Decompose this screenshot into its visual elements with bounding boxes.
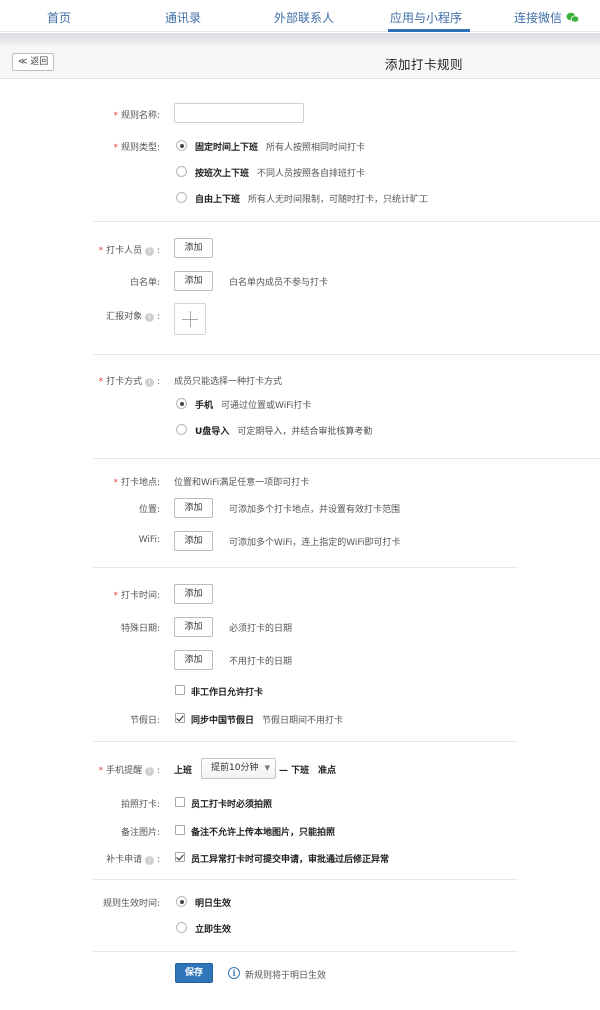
reminder-off-value: 准点 (318, 766, 337, 776)
no-need-date-hint: 不用打卡的日期 (229, 657, 293, 667)
divider (93, 221, 600, 222)
page-title: 添加打卡规则 (385, 57, 464, 72)
whitelist-label: 白名单: (129, 278, 160, 288)
effective-label: 规则生效时间: (102, 899, 160, 909)
reminder-select[interactable]: 提前10分钟 ▼ (201, 758, 276, 779)
add-no-need-date-button[interactable]: 添加 (174, 650, 213, 670)
divider (93, 354, 600, 355)
holiday-checkbox[interactable] (175, 713, 185, 723)
rule-type-shift-option: 按班次上下班 不同人员按照各自排班打卡 (195, 169, 366, 179)
check-time-label: * 打卡时间: (113, 591, 160, 601)
rule-name-label: * 规则名称: (113, 111, 160, 121)
method-phone-radio[interactable] (176, 398, 187, 409)
rule-type-free-option: 自由上下班 所有人无时间限制，可随时打卡，只统计旷工 (195, 195, 429, 205)
add-must-date-button[interactable]: 添加 (174, 617, 213, 637)
report-to-label: 汇报对象 i : (106, 312, 160, 322)
divider (93, 458, 600, 459)
photo-checkbox[interactable] (175, 797, 185, 807)
help-icon[interactable]: i (145, 378, 155, 387)
divider (93, 741, 518, 742)
method-usb-radio[interactable] (176, 424, 187, 435)
position-hint: 可添加多个打卡地点，并设置有效打卡范围 (229, 505, 401, 515)
holiday-label: 节假日: (129, 716, 160, 726)
info-icon: i (228, 967, 240, 979)
help-icon[interactable]: i (145, 767, 155, 776)
tab-connect-wechat-label: 连接微信 (514, 11, 563, 25)
reminder-on-label: 上班 (174, 766, 193, 776)
add-report-to-button[interactable] (174, 303, 206, 335)
required-mark: * (98, 246, 104, 256)
chevron-down-icon: ▼ (264, 764, 270, 772)
tab-apps[interactable]: 应用与小程序 (390, 9, 462, 26)
header-band (0, 33, 600, 45)
wechat-icon (566, 12, 580, 23)
must-date-hint: 必须打卡的日期 (229, 624, 293, 634)
help-icon[interactable]: i (145, 247, 155, 256)
required-mark: * (113, 591, 118, 601)
rule-type-shift-radio[interactable] (176, 166, 187, 177)
add-members-button[interactable]: 添加 (174, 238, 213, 258)
required-mark: * (113, 143, 118, 153)
active-tab-indicator (388, 29, 470, 32)
method-label: * 打卡方式 i : (98, 377, 160, 387)
save-button[interactable]: 保存 (175, 963, 213, 983)
whitelist-hint: 白名单内成员不参与打卡 (229, 278, 329, 288)
special-dates-label: 特殊日期: (120, 624, 160, 634)
method-usb-option: U盘导入 可定期导入，并结合审批核算考勤 (195, 427, 373, 437)
add-time-button[interactable]: 添加 (174, 584, 213, 604)
note-image-label: 备注图片: (120, 828, 160, 838)
back-button[interactable]: ≪ 返回 (12, 53, 55, 71)
rule-type-fixed-option: 固定时间上下班 所有人按照相同时间打卡 (195, 143, 366, 153)
method-hint: 成员只能选择一种打卡方式 (174, 377, 283, 387)
holiday-option: 同步中国节假日 节假日期间不用打卡 (191, 716, 344, 726)
photo-option: 员工打卡时必须拍照 (191, 800, 273, 810)
position-label: 位置: (138, 505, 160, 515)
members-label: * 打卡人员 i : (98, 246, 160, 256)
required-mark: * (98, 377, 104, 387)
add-position-button[interactable]: 添加 (174, 498, 213, 518)
tab-connect-wechat[interactable]: 连接微信 (514, 9, 580, 26)
note-image-option: 备注不允许上传本地图片，只能拍照 (191, 828, 336, 838)
rule-name-input[interactable] (174, 103, 304, 123)
help-icon[interactable]: i (145, 313, 155, 322)
reminder-label: * 手机提醒 i : (98, 766, 160, 776)
location-label: * 打卡地点: (113, 478, 160, 488)
tab-external-contacts[interactable]: 外部联系人 (274, 9, 334, 26)
reminder-off-text: — 下班 (279, 766, 310, 776)
title-bar: ≪ 返回 添加打卡规则 (0, 45, 600, 79)
required-mark: * (113, 478, 118, 488)
tab-contacts[interactable]: 通讯录 (165, 9, 201, 26)
photo-label: 拍照打卡: (120, 800, 160, 810)
wifi-label: WiFi: (138, 535, 160, 545)
resubmit-option: 员工异常打卡时可提交申请，审批通过后修正异常 (191, 855, 390, 865)
rule-type-fixed-radio[interactable] (176, 140, 187, 151)
non-workday-label: 非工作日允许打卡 (191, 688, 264, 698)
required-mark: * (98, 766, 104, 776)
note-image-checkbox[interactable] (175, 825, 185, 835)
effective-tomorrow-option: 明日生效 (195, 899, 232, 909)
resubmit-label: 补卡申请 i : (106, 855, 160, 865)
save-info-text: 新规则将于明日生效 (245, 971, 327, 981)
help-icon[interactable]: i (145, 856, 155, 865)
location-hint: 位置和WiFi满足任意一项即可打卡 (174, 478, 310, 488)
effective-tomorrow-radio[interactable] (176, 896, 187, 907)
add-wifi-button[interactable]: 添加 (174, 531, 213, 551)
add-whitelist-button[interactable]: 添加 (174, 271, 213, 291)
rule-type-free-radio[interactable] (176, 192, 187, 203)
non-workday-checkbox[interactable] (175, 685, 185, 695)
method-phone-option: 手机 可通过位置或WiFi打卡 (195, 401, 312, 411)
divider (93, 567, 518, 568)
tab-home[interactable]: 首页 (47, 9, 71, 26)
top-nav: 首页 通讯录 外部联系人 应用与小程序 连接微信 (0, 0, 600, 32)
divider (93, 951, 518, 952)
required-mark: * (113, 111, 118, 121)
effective-now-option: 立即生效 (195, 925, 232, 935)
effective-now-radio[interactable] (176, 922, 187, 933)
wifi-hint: 可添加多个WiFi，连上指定的WiFi即可打卡 (229, 538, 401, 548)
divider (93, 879, 518, 880)
resubmit-checkbox[interactable] (175, 852, 185, 862)
rule-type-label: * 规则类型: (113, 143, 160, 153)
